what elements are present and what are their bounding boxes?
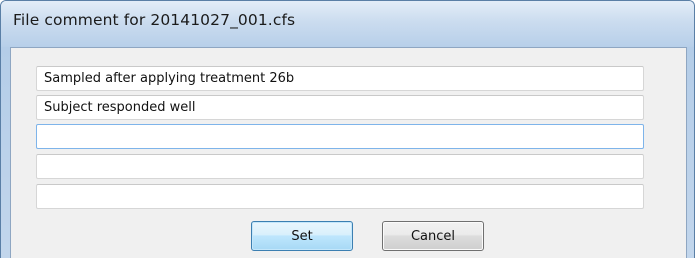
comment-line-4[interactable] (36, 154, 644, 179)
comment-line-1[interactable] (36, 66, 644, 91)
file-comment-dialog: File comment for 20141027_001.cfs Set Ca… (0, 0, 695, 258)
comment-line-5[interactable] (36, 184, 644, 209)
cancel-button[interactable]: Cancel (382, 221, 484, 251)
comment-line-2[interactable] (36, 95, 644, 120)
dialog-title: File comment for 20141027_001.cfs (13, 11, 296, 29)
set-button[interactable]: Set (251, 221, 353, 251)
title-bar[interactable]: File comment for 20141027_001.cfs (1, 1, 694, 47)
dialog-body: Set Cancel (10, 47, 687, 258)
comment-line-3[interactable] (36, 124, 644, 149)
